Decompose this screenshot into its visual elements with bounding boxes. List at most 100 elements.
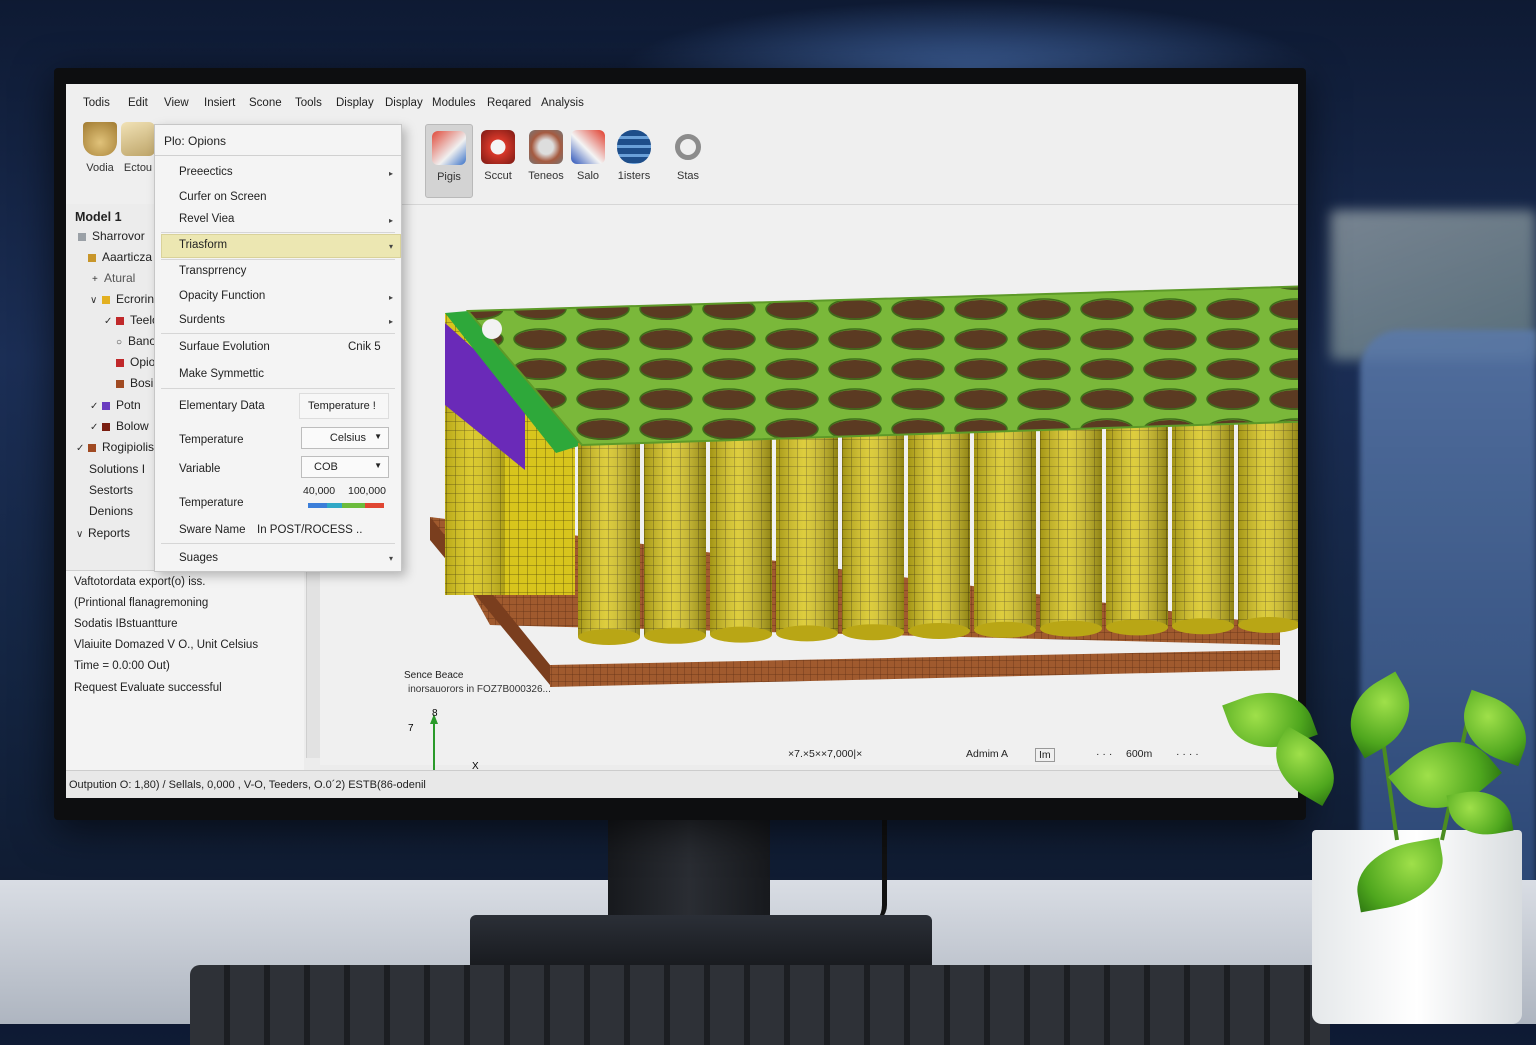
cell-cylinder-shade xyxy=(1040,427,1102,629)
tool-ectou-label: Ectou xyxy=(123,162,153,174)
tree-item[interactable]: ✓ Teelo xyxy=(104,313,159,327)
chevron-down-icon: ▼ xyxy=(374,461,382,470)
cell-cylinders xyxy=(578,421,1298,645)
status-text: Outpution O: 1,80) / Sellals, 0,000 , V-… xyxy=(69,779,426,791)
elementary-data-select[interactable]: Temperature ! xyxy=(299,393,389,419)
tool-salo[interactable]: Salo xyxy=(564,130,612,182)
chevron-right-icon: ▸ xyxy=(388,169,393,178)
log-line: Vlaiuite Domazed V O., Unit Celsius xyxy=(74,639,259,651)
chevron-right-icon: ▸ xyxy=(388,317,393,326)
cell-cylinder-shade xyxy=(776,436,838,634)
keyboard xyxy=(190,965,1330,1045)
tool-sccut[interactable]: Sccut xyxy=(474,130,522,182)
menu-display[interactable]: Display xyxy=(336,97,374,109)
mount-hole xyxy=(482,319,502,339)
solo-icon xyxy=(571,130,605,164)
tree-item[interactable]: ∨ Ecrorin xyxy=(90,292,154,306)
tree-item[interactable]: ✓ Rogipiolis xyxy=(76,440,154,454)
tree-item[interactable]: Aaarticza xyxy=(88,250,152,264)
tree-item[interactable]: Denions xyxy=(89,504,133,518)
log-line: Vaftotordata export(o) iss. xyxy=(74,576,206,588)
menu-item-surdents[interactable]: Surdents xyxy=(179,314,225,326)
menu-tools[interactable]: Tools xyxy=(295,97,322,109)
scene-caption-sub: inorsauorors in FOZ7B000326... xyxy=(408,684,551,695)
menu-item-curfer[interactable]: Curfer on Screen xyxy=(179,191,267,203)
viewport-dots-2: · · · · xyxy=(1176,748,1199,760)
tool-stas-label: Stas xyxy=(676,170,699,182)
tool-vodia[interactable]: Vodia xyxy=(76,122,124,174)
bucket-icon xyxy=(83,122,117,156)
menu-insert[interactable]: Insiert xyxy=(204,97,235,109)
log-line: Request Evaluate successful xyxy=(74,682,222,694)
label-temperature: Temperature xyxy=(179,434,244,446)
tool-stas[interactable]: Stas xyxy=(664,130,712,182)
menu-modules[interactable]: Modules xyxy=(432,97,475,109)
tree-item[interactable]: + Atural xyxy=(92,271,135,285)
menu-reqared[interactable]: Reqared xyxy=(487,97,531,109)
output-log: Vaftotordata export(o) iss. (Printional … xyxy=(66,570,304,771)
menu-item-transform[interactable]: Triasform xyxy=(179,239,227,251)
tool-vodia-label: Vodia xyxy=(86,162,114,174)
tree-item[interactable]: Sestorts xyxy=(89,483,133,497)
menu-item-prefects[interactable]: Preeectics xyxy=(179,166,233,178)
tool-pigis[interactable]: Pigis xyxy=(425,124,473,198)
cell-cylinder-bottom xyxy=(1040,620,1102,637)
menu-item-opacity[interactable]: Opacity Function xyxy=(179,290,265,302)
label-temperature-range: Temperature xyxy=(179,497,244,509)
cell-cylinder-bottom xyxy=(908,623,970,639)
3d-viewport[interactable]: Sence Beace inorsauorors in FOZ7B000326.… xyxy=(320,205,1298,795)
tensor-icon xyxy=(529,130,563,164)
panel-splitter[interactable] xyxy=(306,570,321,758)
tree-item[interactable]: ○ Bano xyxy=(116,334,156,348)
tree-item[interactable]: ✓ Potn xyxy=(90,398,141,412)
tree-item[interactable]: Opio xyxy=(116,355,155,369)
sware-name-value[interactable]: In POST/ROCESS .. xyxy=(257,524,362,536)
scene-caption: Sence Beace xyxy=(404,670,464,681)
cell-cylinder-shade xyxy=(644,440,706,636)
cell-cylinder-shade xyxy=(710,438,772,635)
tree-item[interactable]: Bosi xyxy=(116,376,153,390)
menu-view[interactable]: View xyxy=(164,97,189,109)
color-legend-bar[interactable] xyxy=(308,503,384,508)
menu-display-2[interactable]: Display xyxy=(385,97,423,109)
menu-bar: Todis Edit View Insiert Scone Tools Disp… xyxy=(66,84,1298,120)
cut-icon xyxy=(481,130,515,164)
viewport-user: Admim A xyxy=(966,748,1009,760)
axis-side-label: 7 xyxy=(408,723,414,734)
temperature-unit-select[interactable]: Celsius ▼ xyxy=(301,427,389,449)
menu-edit[interactable]: Edit xyxy=(128,97,148,109)
tree-item[interactable]: Sharrovor xyxy=(78,229,145,243)
tree-item[interactable]: ∨ Reports xyxy=(76,526,130,540)
tree-item[interactable]: Solutions I xyxy=(89,462,145,476)
viewport-box[interactable]: Im xyxy=(1035,748,1055,762)
tool-teneos[interactable]: Teneos xyxy=(522,130,570,182)
cell-cylinder-bottom xyxy=(842,624,904,641)
monitor-cable xyxy=(856,815,887,925)
tool-1isters[interactable]: 1isters xyxy=(610,130,658,182)
menu-item-revel[interactable]: Revel Viea xyxy=(179,213,234,225)
cell-cylinder-bottom xyxy=(644,627,706,644)
tool-icon xyxy=(121,122,155,156)
cell-holder-grid xyxy=(468,286,1298,445)
menu-item-suages[interactable]: Suages xyxy=(179,552,218,564)
variable-select[interactable]: COB ▼ xyxy=(301,456,389,478)
log-line: Sodatis IBstuantture xyxy=(74,618,178,630)
menu-item-make-symmetric[interactable]: Make Symmettic xyxy=(179,368,264,380)
cell-cylinder-bottom xyxy=(710,626,772,643)
tree-item[interactable]: ✓ Bolow xyxy=(90,419,149,433)
menu-header: Plo: Opions xyxy=(155,125,401,156)
menu-item-surface-evolution[interactable]: Surfaue Evolution xyxy=(179,341,270,353)
plot-icon xyxy=(432,131,466,165)
status-bar: Outpution O: 1,80) / Sellals, 0,000 , V-… xyxy=(66,770,1298,798)
label-elementary-data: Elementary Data xyxy=(179,400,265,412)
menu-scone[interactable]: Scone xyxy=(249,97,282,109)
menu-item-transparency[interactable]: Transprrency xyxy=(179,265,246,277)
menu-analysis[interactable]: Analysis xyxy=(541,97,584,109)
stats-icon xyxy=(675,134,701,160)
tool-ectou[interactable]: Ectou xyxy=(118,122,158,174)
tool-sccut-label: Sccut xyxy=(484,170,512,182)
chevron-right-icon: ▸ xyxy=(388,293,393,302)
chevron-right-icon: ▸ xyxy=(388,216,393,225)
menu-todis[interactable]: Todis xyxy=(83,97,110,109)
log-line: (Printional flanagremoning xyxy=(74,597,209,609)
